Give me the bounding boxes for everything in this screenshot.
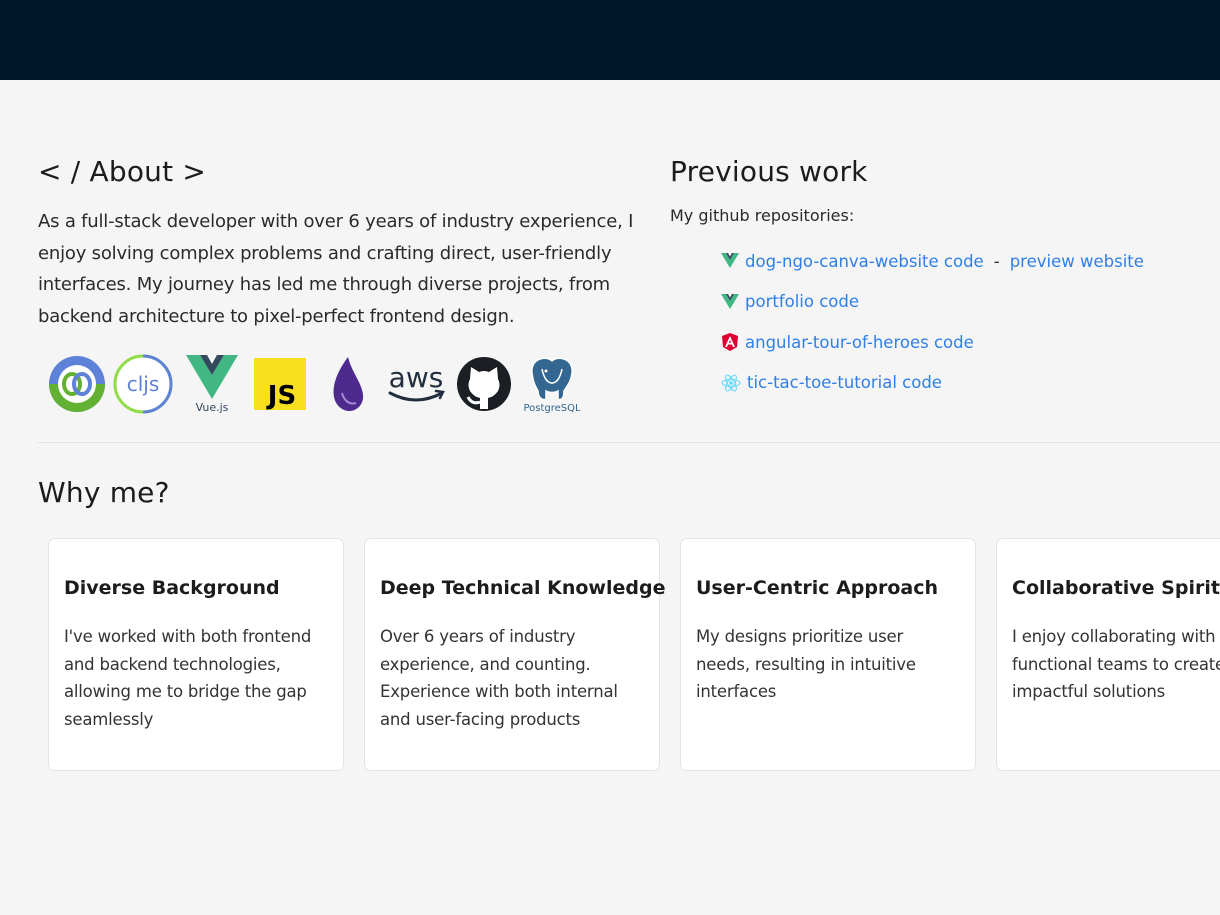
vue-icon: Vue.js [186, 355, 238, 414]
top-nav-bar [0, 0, 1220, 80]
card-user-centric-approach: User-Centric Approach My designs priorit… [680, 538, 976, 771]
about-section: < / About > As a full-stack developer wi… [38, 155, 638, 332]
card-deep-technical-knowledge: Deep Technical Knowledge Over 6 years of… [364, 538, 666, 771]
vue-icon [721, 293, 739, 309]
elixir-icon [333, 357, 364, 411]
card-collaborative-spirit: Collaborative Spirit I enjoy collaborati… [996, 538, 1220, 771]
card-text: Over 6 years of industry experience, and… [380, 627, 618, 730]
repo-link-tic-tac-toe[interactable]: tic-tac-toe-tutorial code [747, 373, 942, 392]
angular-icon [722, 333, 738, 352]
tech-logos: cljs Vue.js JS aws PostgreSQL [46, 353, 606, 415]
clojurescript-icon: cljs [113, 354, 173, 414]
cljs-logo-text: cljs [127, 372, 160, 396]
postgresql-icon: PostgreSQL [523, 357, 581, 414]
aws-logo-text: aws [389, 361, 444, 394]
about-title: < / About > [38, 155, 207, 188]
card-title: Collaborative Spirit [1012, 577, 1220, 599]
about-text: As a full-stack developer with over 6 ye… [38, 211, 634, 327]
repo-link-dog-ngo[interactable]: dog-ngo-canva-website code [745, 252, 984, 271]
js-logo-text: JS [266, 381, 296, 411]
previous-work-section: Previous work My github repositories: do… [670, 155, 1220, 403]
javascript-icon: JS [254, 358, 306, 411]
card-title: Deep Technical Knowledge [380, 577, 666, 599]
card-text: I've worked with both frontend and backe… [64, 627, 312, 730]
list-item: tic-tac-toe-tutorial code [720, 363, 1220, 404]
repo-link-portfolio[interactable]: portfolio code [745, 292, 859, 311]
clojure-icon [49, 356, 105, 412]
section-divider [38, 442, 1220, 443]
react-icon [721, 374, 741, 392]
why-me-title: Why me? [38, 476, 170, 509]
list-item: angular-tour-of-heroes code [720, 322, 1220, 363]
aws-icon: aws [388, 361, 445, 402]
card-title: Diverse Background [64, 577, 280, 599]
separator: - [993, 251, 1000, 271]
preview-website-link[interactable]: preview website [1010, 252, 1144, 271]
list-item: portfolio code [720, 282, 1220, 323]
why-me-cards: Diverse Background I've worked with both… [48, 538, 1220, 771]
repos-subtitle: My github repositories: [670, 206, 855, 225]
vue-logo-text: Vue.js [196, 401, 229, 414]
card-text: My designs prioritize user needs, result… [696, 627, 916, 702]
previous-work-title: Previous work [670, 155, 868, 188]
list-item: dog-ngo-canva-website code - preview web… [720, 241, 1220, 282]
card-title: User-Centric Approach [696, 577, 939, 599]
repo-link-angular-tour-of-heroes[interactable]: angular-tour-of-heroes code [745, 333, 974, 352]
card-diverse-background: Diverse Background I've worked with both… [48, 538, 344, 771]
repo-list: dog-ngo-canva-website code - preview web… [670, 241, 1220, 403]
postgres-logo-text: PostgreSQL [523, 403, 581, 414]
github-icon [457, 357, 511, 411]
card-text: I enjoy collaborating with cross-functio… [1012, 627, 1220, 702]
vue-icon [721, 253, 739, 269]
